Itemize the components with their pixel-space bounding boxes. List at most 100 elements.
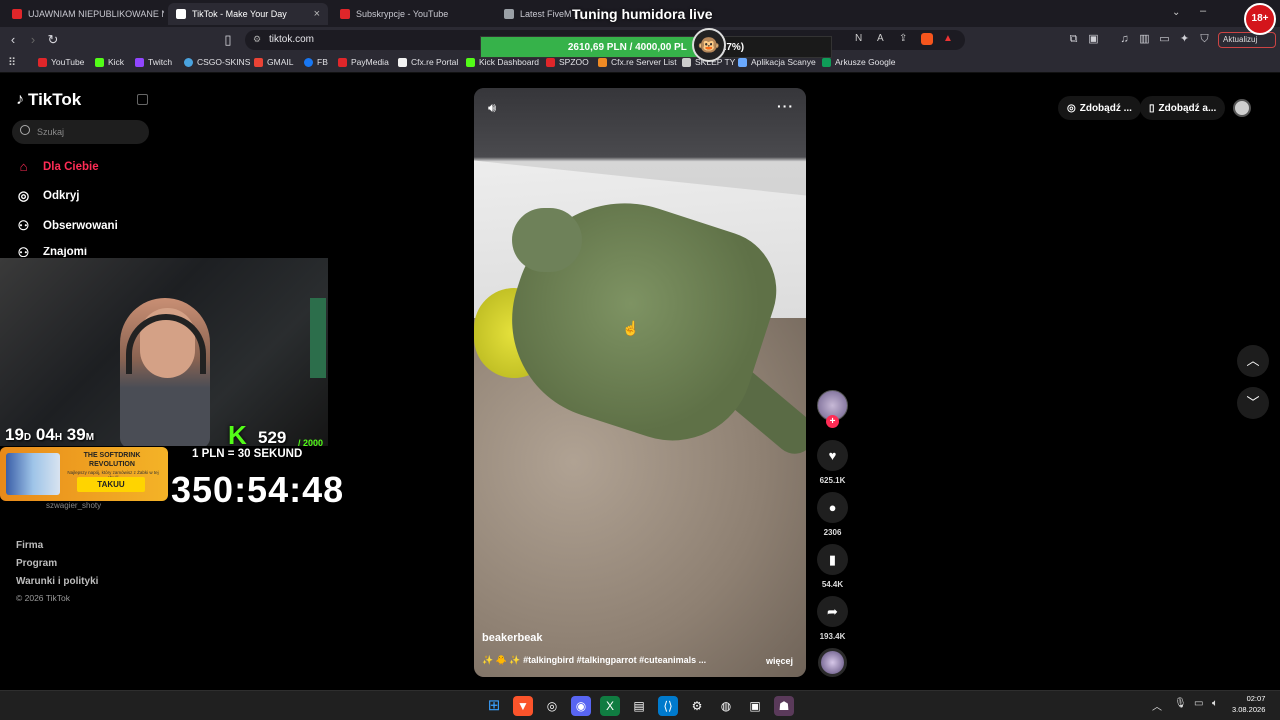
home-icon: ⌂ (19, 159, 28, 174)
discord-icon[interactable]: ◉ (571, 696, 591, 716)
volume-tray-icon[interactable]: 🔈︎ (1212, 698, 1218, 709)
video-player[interactable] (474, 88, 806, 677)
extensions-icon[interactable]: ⧉ (1067, 33, 1080, 46)
tray-overflow-icon[interactable]: ︿ (1152, 698, 1162, 713)
microphone-icon[interactable]: 🎙︎ (1174, 698, 1187, 709)
bookmark-kick-dashboard[interactable]: Kick Dashboard (466, 57, 539, 67)
more-options-icon[interactable]: ··· (777, 98, 794, 114)
get-app-button[interactable]: ▯ Zdobądź a... (1140, 96, 1226, 120)
apps-grid-icon[interactable]: ⠿ (8, 56, 16, 69)
brave-browser-icon[interactable]: ▼ (513, 696, 533, 716)
media-icon[interactable]: ♫ (1118, 33, 1131, 46)
reader-mode-icon[interactable]: N (855, 33, 862, 44)
countdown-minutes: 39 (66, 425, 86, 444)
bookmark-spzoo[interactable]: SPZOO (546, 57, 589, 67)
brave-shield-icon[interactable] (921, 33, 933, 45)
bookmark-gmail[interactable]: GMAIL (254, 57, 293, 67)
volume-icon[interactable]: 🔊︎ (488, 100, 496, 116)
minimize-icon[interactable]: – (1200, 5, 1206, 17)
footer-link-company[interactable]: Firma (16, 540, 43, 551)
game-icon[interactable]: ▣ (745, 696, 765, 716)
drink-can-image (6, 453, 60, 495)
sidebar-toggle-icon[interactable]: ▥ (1138, 33, 1151, 46)
browser-tab[interactable]: Latest FiveM Re (496, 3, 576, 25)
vscode-icon[interactable]: ⟨⟩ (658, 696, 678, 716)
site-settings-icon[interactable]: ⚙ (253, 34, 261, 45)
app-icon[interactable]: ☗ (774, 696, 794, 716)
kick-icon (466, 57, 475, 67)
search-input[interactable]: Szukaj (12, 120, 149, 144)
sidebar-item-label: Odkryj (43, 189, 80, 202)
collapse-sidebar-icon[interactable] (137, 94, 148, 105)
update-button[interactable]: Aktualizuj (1218, 32, 1276, 48)
like-button[interactable]: ♥ (817, 440, 848, 471)
video-author[interactable]: beakerbeak (482, 632, 543, 644)
windows-start-icon[interactable]: ⊞ (484, 696, 504, 716)
bookmark-twitch[interactable]: Twitch (135, 57, 172, 67)
bookmark-cfx-portal[interactable]: Cfx.re Portal (398, 57, 458, 67)
bookmark-page-icon[interactable]: ▯ (220, 32, 236, 48)
bookmark-label: FB (317, 57, 328, 67)
browser-tab[interactable]: Subskrypcje - YouTube (332, 3, 492, 25)
forward-arrow-icon[interactable]: › (25, 32, 41, 48)
countdown-hours-unit: H (54, 432, 63, 443)
caption-more-link[interactable]: więcej (766, 656, 793, 666)
bookmark-csgo-skins[interactable]: CSGO-SKINS (184, 57, 250, 67)
tiktok-logo[interactable]: ♪ TikTok (16, 90, 81, 110)
tab-list-chevron-icon[interactable]: ⌄ (1172, 7, 1180, 18)
close-tab-icon[interactable]: × (314, 8, 320, 20)
bookmark-button[interactable]: ▮ (817, 544, 848, 575)
follow-plus-icon[interactable]: + (826, 415, 839, 428)
next-video-button[interactable]: ﹀ (1237, 387, 1269, 419)
excel-icon[interactable]: X (600, 696, 620, 716)
vpn-shield-icon[interactable]: ⛉ (1198, 33, 1211, 46)
obs-icon[interactable]: ◎ (542, 696, 562, 716)
network-app-icon[interactable]: ◍ (716, 696, 736, 716)
brave-rewards-icon[interactable]: ▲ (943, 33, 953, 44)
bookmark-paymedia[interactable]: PayMedia (338, 57, 389, 67)
leo-ai-icon[interactable]: ✦ (1178, 33, 1191, 46)
tiktok-favicon-icon (176, 9, 186, 19)
browser-tab[interactable]: UJAWNIAM NIEPUBLIKOWANE NAGR (4, 3, 164, 25)
wallet-icon[interactable]: ▣ (1087, 33, 1100, 46)
bookmark-fb[interactable]: FB (304, 57, 328, 67)
display-icon[interactable]: ▭ (1194, 698, 1203, 709)
youtube-favicon-icon (340, 9, 350, 19)
back-arrow-icon[interactable]: ‹ (5, 32, 21, 48)
comment-button[interactable]: ● (817, 492, 848, 523)
steam-icon[interactable]: ⚙ (687, 696, 707, 716)
share-button[interactable]: ➦ (817, 596, 848, 627)
sidebar-item-following[interactable]: ⚇ Obserwowani (16, 218, 118, 233)
sidebar-item-explore[interactable]: ◎ Odkryj (16, 188, 80, 203)
wallet-card-icon[interactable]: ▭ (1158, 33, 1171, 46)
music-disc-icon[interactable] (818, 648, 847, 677)
bookmark-icon: ▮ (828, 552, 837, 567)
footer-link-terms[interactable]: Warunki i polityki (16, 576, 98, 587)
get-coins-button[interactable]: ◎ Zdobądź ... (1058, 96, 1141, 120)
previous-video-button[interactable]: ︿ (1237, 345, 1269, 377)
bookmark-scanye[interactable]: Aplikacja Scanye (738, 57, 816, 67)
bookmark-youtube[interactable]: YouTube (38, 57, 84, 67)
translate-icon[interactable]: A (877, 33, 884, 44)
share-icon: ➦ (827, 604, 838, 619)
promo-title: THE SOFTDRINK REVOLUTION (83, 452, 141, 468)
browser-tab-active[interactable]: TikTok - Make Your Day × (168, 3, 328, 25)
reload-icon[interactable]: ↻ (45, 32, 61, 48)
followed-creator-handle[interactable]: szwagier_shoty (46, 501, 101, 510)
share-page-icon[interactable]: ⇪ (899, 33, 907, 44)
bookmark-google-sheets[interactable]: Arkusze Google (822, 57, 895, 67)
system-clock[interactable]: 02:07 3.08.2026 (1232, 693, 1265, 715)
footer-link-program[interactable]: Program (16, 558, 57, 569)
sidebar-item-for-you[interactable]: ⌂ Dla Ciebie (16, 159, 99, 174)
bookmark-cfx-server-list[interactable]: Cfx.re Server List (598, 57, 677, 67)
app-icon[interactable]: ▤ (629, 696, 649, 716)
sidebar-item-friends[interactable]: ⚇ Znajomi (16, 247, 87, 257)
bookmark-kick[interactable]: Kick (95, 57, 124, 67)
friends-icon: ⚇ (17, 247, 30, 257)
bookmark-label: Cfx.re Server List (611, 57, 677, 67)
sidebar-item-label: Znajomi (43, 247, 88, 257)
like-count: 625.1K (819, 476, 846, 485)
countdown-hours: 04 (35, 425, 55, 444)
copyright: © 2026 TikTok (16, 593, 70, 603)
profile-avatar[interactable] (1233, 99, 1251, 117)
